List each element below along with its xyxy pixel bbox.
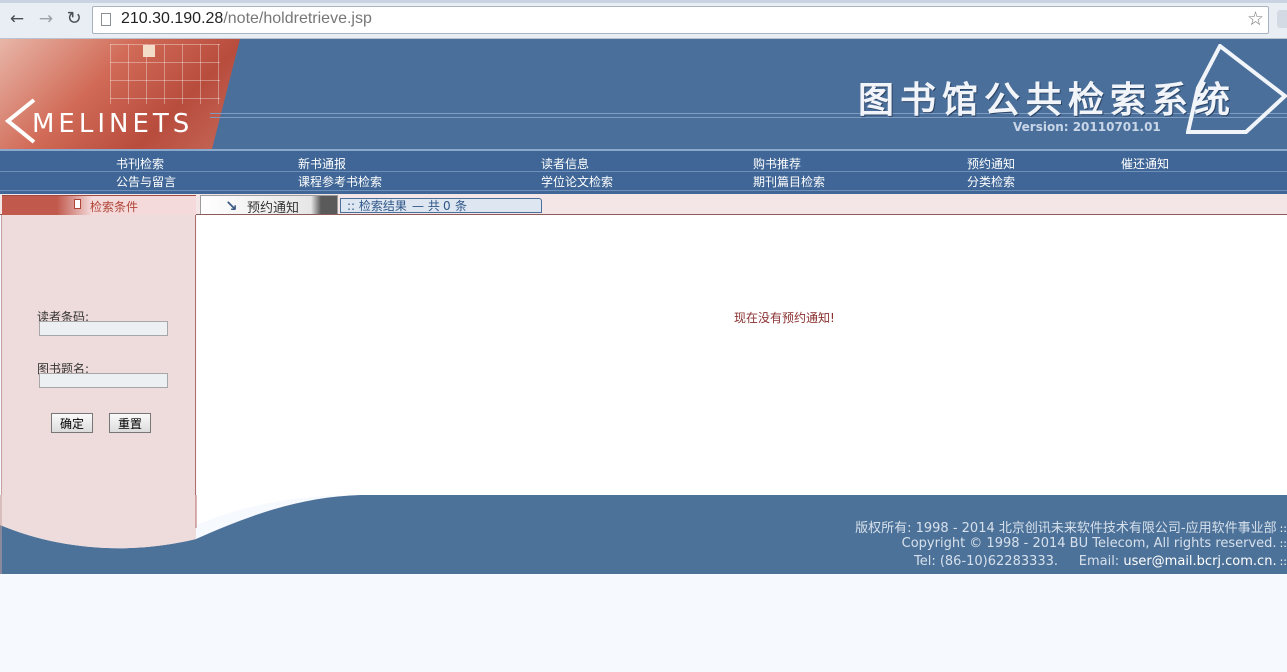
tab-search-results[interactable]: :: 检索结果 — 共 0 条 [340,198,542,213]
menu-reader-info[interactable]: 读者信息 [541,157,589,171]
menu-hold-notice[interactable]: 预约通知 [967,157,1015,171]
copyright-cn-text: 版权所有: 1998 - 2014 北京创讯未来软件技术有限公司-应用软件事业部 [855,521,1277,536]
url-path: /note/holdretrieve.jsp [223,10,372,27]
menu-announcements[interactable]: 公告与留言 [116,175,176,189]
result-label: :: 检索结果 [347,199,407,213]
result-unit: 条 [455,199,468,213]
browser-toolbar: ← → ↻ 210.30.190.28/note/holdretrieve.js… [0,0,1287,39]
menu-new-books[interactable]: 新书通报 [298,157,346,171]
system-title: 图书馆公共检索系统 [858,79,1237,121]
search-panel: 读者条码: 图书题名: 确定 重置 [1,215,196,515]
menu-purchase-recommend[interactable]: 购书推荐 [753,157,801,171]
footer-email-label: Email: [1078,554,1120,569]
url-host: 210.30.190.28 [121,10,224,27]
menu-overdue-notice[interactable]: 催还通知 [1121,157,1169,171]
result-count: 0 [443,199,451,213]
reader-barcode-input[interactable] [39,321,168,336]
reload-icon[interactable]: ↻ [64,9,84,29]
tab-hold-notice[interactable]: ↘ 预约通知 [200,195,338,216]
main-menu: 书刊检索 新书通报 读者信息 购书推荐 预约通知 催还通知 公告与留言 课程参考… [0,149,1287,196]
footer-dots: :: [1279,537,1287,550]
menu-divider-bottom [0,190,1287,191]
confirm-button[interactable]: 确定 [51,413,93,433]
footer-dots: :: [1279,522,1287,535]
logo-square [143,45,155,57]
menu-book-search[interactable]: 书刊检索 [116,157,164,171]
forward-arrow-icon[interactable]: → [36,9,56,29]
footer-copyright-cn: 版权所有: 1998 - 2014 北京创讯未来软件技术有限公司-应用软件事业部… [855,517,1287,536]
empty-message: 现在没有预约通知! [734,311,835,325]
tab-search-conditions-label: 检索条件 [90,200,139,214]
copyright-en-text: Copyright © 1998 - 2014 BU Telecom, All … [901,536,1277,551]
tab-bar: 检索条件 ↘ 预约通知 :: 检索结果 — 共 0 条 [0,194,1287,216]
address-url[interactable]: 210.30.190.28/note/holdretrieve.jsp [121,10,372,28]
menu-classification-search[interactable]: 分类检索 [967,175,1015,189]
browser-menu-button[interactable] [1277,10,1287,28]
page-footer: 版权所有: 1998 - 2014 北京创讯未来软件技术有限公司-应用软件事业部… [0,495,1287,574]
result-total-label: — 共 [412,199,440,213]
menu-journal-article-search[interactable]: 期刊篇目检索 [753,175,825,189]
logo-text: MELINETS [32,109,194,139]
tab-search-conditions[interactable]: 检索条件 [2,195,196,215]
footer-copyright-en: Copyright © 1998 - 2014 BU Telecom, All … [902,536,1287,551]
footer-email-link[interactable]: user@mail.bcrj.com.cn. [1123,554,1276,569]
menu-thesis-search[interactable]: 学位论文检索 [541,175,613,189]
bookmark-star-icon[interactable]: ☆ [1247,8,1264,30]
logo-grid-pattern [110,44,220,104]
address-bar[interactable]: 210.30.190.28/note/holdretrieve.jsp ☆ [92,6,1269,34]
back-arrow-icon[interactable]: ← [7,9,27,29]
tab-strip [0,0,1287,3]
footer-contact: Tel: (86-10)62283333. Email: user@mail.b… [914,554,1287,569]
book-title-input[interactable] [39,373,168,388]
footer-dots: :: [1279,555,1287,568]
result-area: 现在没有预约通知! [197,215,1287,496]
menu-course-reference[interactable]: 课程参考书检索 [298,175,382,189]
menu-divider [0,171,1287,172]
header-arrow-icon [1186,44,1287,134]
version-label: Version: 20110701.01 [1013,120,1161,134]
site-header: MELINETS 图书馆公共检索系统 Version: 20110701.01 [0,39,1287,149]
arrow-down-right-icon: ↘ [225,197,238,215]
tab-hold-notice-label: 预约通知 [247,201,300,216]
page-icon [101,13,111,26]
footer-tel: Tel: (86-10)62283333. [913,554,1059,569]
document-icon [74,199,81,209]
reset-button[interactable]: 重置 [109,413,151,433]
